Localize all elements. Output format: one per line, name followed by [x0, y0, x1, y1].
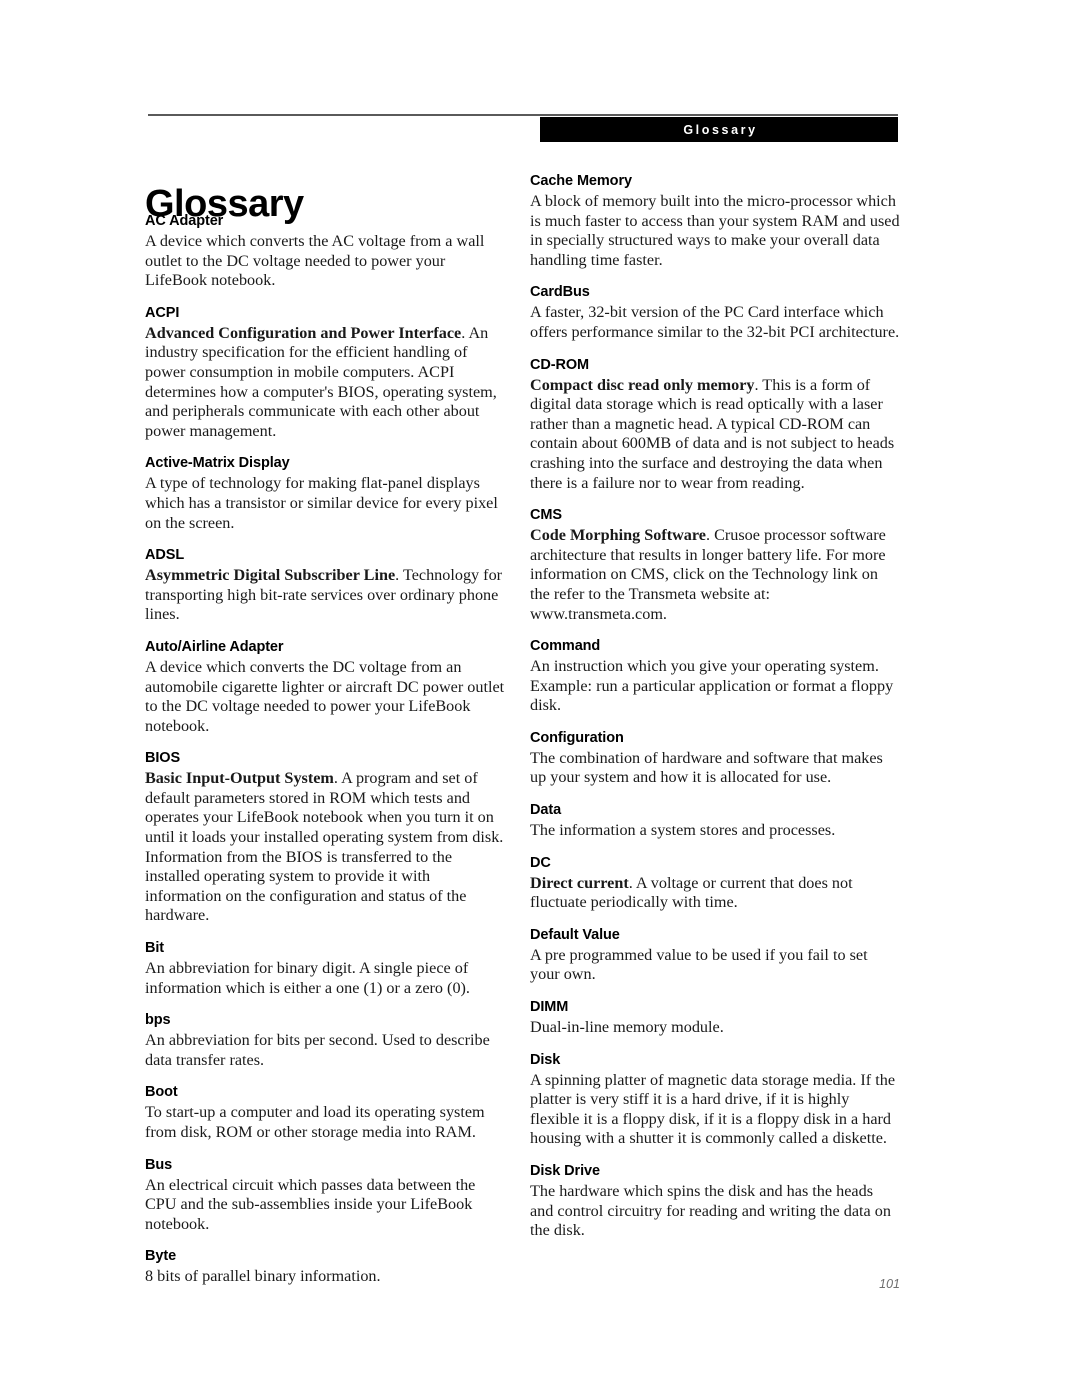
glossary-definition: A block of memory built into the micro-p…: [530, 192, 900, 269]
glossary-entry: Active-Matrix Display A type of technolog…: [145, 454, 507, 533]
glossary-entry: ADSL Asymmetric Digital Subscriber Line. …: [145, 546, 507, 625]
glossary-definition-lead: Code Morphing Software: [530, 526, 706, 545]
glossary-term: Cache Memory: [530, 173, 632, 189]
glossary-term: Bus: [145, 1156, 173, 1173]
glossary-entry: DIMM Dual-in-line memory module.: [530, 998, 900, 1038]
glossary-definition: A spinning platter of magnetic data stor…: [530, 1070, 896, 1148]
glossary-definition: An instruction which you give your opera…: [530, 657, 894, 715]
page-number: 101: [879, 1277, 900, 1291]
running-header-bar: Glossary: [540, 117, 898, 142]
glossary-definition-lead: Basic Input-Output System: [145, 769, 334, 788]
running-header-label: Glossary: [683, 122, 758, 137]
glossary-entry: Cache Memory A block of memory built into…: [530, 172, 900, 270]
glossary-entry: Auto/Airline Adapter A device which conve…: [145, 638, 507, 736]
glossary-term: CardBus: [530, 284, 590, 301]
glossary-term: Auto/Airline Adapter: [145, 638, 284, 655]
header-rule: [148, 114, 898, 116]
glossary-entry: AC Adapter A device which converts the AC…: [145, 212, 507, 291]
glossary-definition-body: . A program and set of default parameter…: [145, 769, 504, 925]
glossary-definition: Dual-in-line memory module.: [530, 1018, 724, 1037]
glossary-entry: Data The information a system stores and …: [530, 801, 900, 841]
glossary-entry: Bit An abbreviation for binary digit. A s…: [145, 939, 507, 998]
glossary-definition: A device which converts the DC voltage f…: [145, 657, 505, 735]
glossary-definition-lead: Compact disc read only memory: [530, 375, 755, 394]
glossary-term: Boot: [145, 1084, 178, 1101]
glossary-term: Configuration: [530, 729, 624, 746]
glossary-definition: Direct current. A voltage or current tha…: [530, 874, 900, 913]
glossary-definition: A pre programmed value to be used if you…: [530, 945, 868, 984]
glossary-definition: To start-up a computer and load its oper…: [145, 1103, 485, 1141]
glossary-entry: Bus An electrical circuit which passes da…: [145, 1156, 507, 1235]
glossary-entry: DC Direct current. A voltage or current t…: [530, 854, 900, 913]
glossary-definition: The hardware which spins the disk and ha…: [530, 1182, 891, 1240]
glossary-column-left: AC Adapter A device which converts the AC…: [145, 212, 507, 1287]
glossary-entry: Command An instruction which you give you…: [530, 637, 900, 716]
glossary-term: Active-Matrix Display: [145, 455, 290, 472]
glossary-entry: BIOS Basic Input-Output System. A program…: [145, 749, 507, 926]
glossary-term: CD-ROM: [530, 356, 590, 373]
glossary-definition: Compact disc read only memory. This is a…: [530, 376, 900, 494]
glossary-term: ADSL: [145, 547, 185, 564]
glossary-definition: The combination of hardware and software…: [530, 748, 883, 787]
glossary-term: Disk: [530, 1051, 561, 1068]
glossary-definition: Basic Input-Output System. A program and…: [145, 769, 507, 926]
glossary-entry: CD-ROM Compact disc read only memory. Thi…: [530, 356, 900, 494]
glossary-definition-lead: Asymmetric Digital Subscriber Line: [145, 566, 396, 585]
glossary-definition: 8 bits of parallel binary information.: [145, 1267, 381, 1286]
glossary-entry: bps An abbreviation for bits per second. …: [145, 1011, 507, 1070]
glossary-term: Default Value: [530, 926, 620, 943]
glossary-term: AC Adapter: [145, 213, 224, 229]
glossary-term: Command: [530, 638, 601, 655]
glossary-term: Bit: [145, 940, 165, 957]
glossary-definition: An abbreviation for binary digit. A sing…: [145, 959, 470, 997]
glossary-entry: Byte 8 bits of parallel binary informatio…: [145, 1247, 507, 1287]
glossary-definition: Advanced Configuration and Power Interfa…: [145, 324, 507, 442]
glossary-term: ACPI: [145, 304, 180, 321]
glossary-column-right: Cache Memory A block of memory built into…: [530, 172, 900, 1241]
glossary-term: BIOS: [145, 750, 181, 767]
glossary-term: Data: [530, 802, 562, 819]
glossary-definition: A type of technology for making flat-pan…: [145, 474, 498, 532]
glossary-entry: CMS Code Morphing Software. Crusoe proces…: [530, 506, 900, 624]
glossary-entry: CardBus A faster, 32-bit version of the P…: [530, 283, 900, 342]
glossary-entry: Disk Drive The hardware which spins the d…: [530, 1162, 900, 1241]
glossary-term: Disk Drive: [530, 1163, 600, 1179]
glossary-entry: Boot To start-up a computer and load its …: [145, 1083, 507, 1142]
glossary-definition: A faster, 32-bit version of the PC Card …: [530, 303, 900, 341]
glossary-term: DC: [530, 854, 551, 871]
glossary-term: bps: [145, 1012, 171, 1029]
glossary-definition: Asymmetric Digital Subscriber Line. Tech…: [145, 566, 507, 625]
glossary-term: Byte: [145, 1248, 177, 1265]
glossary-definition-lead: Advanced Configuration and Power Interfa…: [145, 323, 462, 342]
glossary-entry: Configuration The combination of hardware…: [530, 729, 900, 788]
glossary-definition: An abbreviation for bits per second. Use…: [145, 1031, 490, 1069]
glossary-page: Glossary Glossary AC Adapter A device whi…: [0, 0, 1080, 1397]
glossary-definition: A device which converts the AC voltage f…: [145, 232, 485, 290]
glossary-term: DIMM: [530, 999, 569, 1016]
glossary-definition: The information a system stores and proc…: [530, 821, 836, 840]
glossary-term: CMS: [530, 507, 562, 524]
glossary-entry: Disk A spinning platter of magnetic data …: [530, 1051, 900, 1149]
glossary-entry: ACPI Advanced Configuration and Power Int…: [145, 304, 507, 442]
glossary-entry: Default Value A pre programmed value to b…: [530, 926, 900, 985]
glossary-definition: Code Morphing Software. Crusoe processor…: [530, 526, 900, 624]
glossary-definition: An electrical circuit which passes data …: [145, 1175, 476, 1233]
glossary-definition-lead: Direct current: [530, 873, 629, 892]
